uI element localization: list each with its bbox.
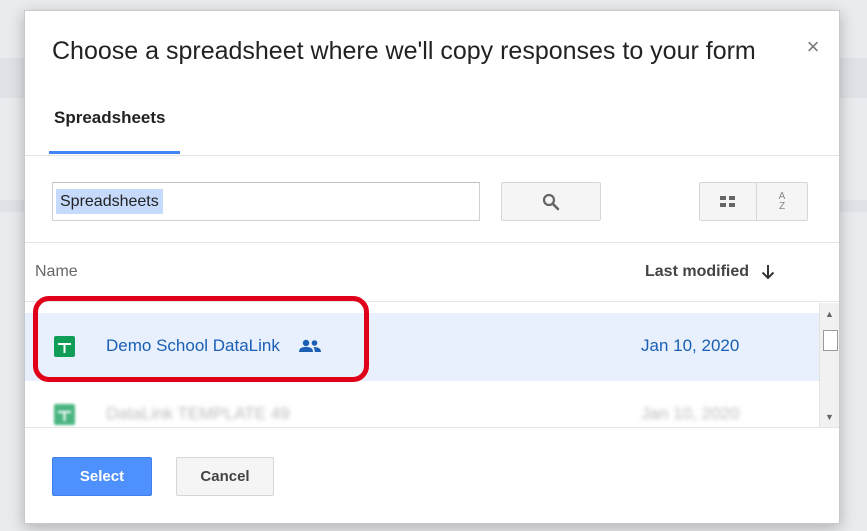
scroll-up-arrow-icon[interactable]: ▲: [820, 307, 839, 321]
close-icon[interactable]: ×: [801, 35, 825, 59]
shared-people-icon: [299, 339, 321, 352]
sheets-icon: [54, 336, 75, 357]
file-list: Demo School DataLink Jan 10, 2020 DataLi…: [25, 303, 839, 428]
dialog-title: Choose a spreadsheet where we'll copy re…: [52, 37, 756, 65]
grid-view-button[interactable]: [699, 182, 757, 221]
list-scrollbar[interactable]: ▲ ▼: [819, 303, 839, 427]
search-toolbar: Spreadsheets A Z: [25, 157, 839, 243]
sheets-icon: [54, 404, 75, 425]
scroll-down-arrow-icon[interactable]: ▼: [820, 410, 839, 424]
sort-az-icon-bottom: Z: [778, 200, 786, 212]
search-icon: [542, 193, 560, 210]
scrollbar-thumb[interactable]: [823, 330, 838, 351]
file-name: DataLink TEMPLATE 49: [106, 404, 290, 423]
cancel-button[interactable]: Cancel: [176, 457, 274, 496]
sort-az-button[interactable]: A Z: [756, 182, 808, 221]
active-tab-indicator: [49, 151, 180, 154]
column-header-last-modified-label: Last modified: [645, 263, 750, 280]
list-item[interactable]: DataLink TEMPLATE 49 Jan 10, 2020: [25, 381, 831, 427]
tab-spreadsheets[interactable]: Spreadsheets: [52, 108, 180, 156]
column-header-last-modified[interactable]: Last modified: [645, 263, 775, 281]
search-input[interactable]: [52, 182, 480, 221]
list-item[interactable]: Demo School DataLink Jan 10, 2020: [25, 313, 831, 381]
arrow-down-icon: [761, 265, 775, 280]
file-last-modified: Jan 10, 2020: [641, 404, 740, 423]
dialog-header: Choose a spreadsheet where we'll copy re…: [25, 11, 839, 156]
spreadsheet-picker-dialog: Choose a spreadsheet where we'll copy re…: [24, 10, 840, 524]
search-button[interactable]: [501, 182, 601, 221]
file-name: Demo School DataLink: [106, 336, 280, 355]
file-last-modified: Jan 10, 2020: [641, 336, 740, 355]
column-header-name[interactable]: Name: [35, 263, 78, 281]
select-button[interactable]: Select: [52, 457, 152, 496]
sort-az-icon-top: A: [778, 190, 786, 202]
list-header: Name Last modified: [25, 244, 839, 302]
grid-view-icon: [720, 195, 735, 207]
